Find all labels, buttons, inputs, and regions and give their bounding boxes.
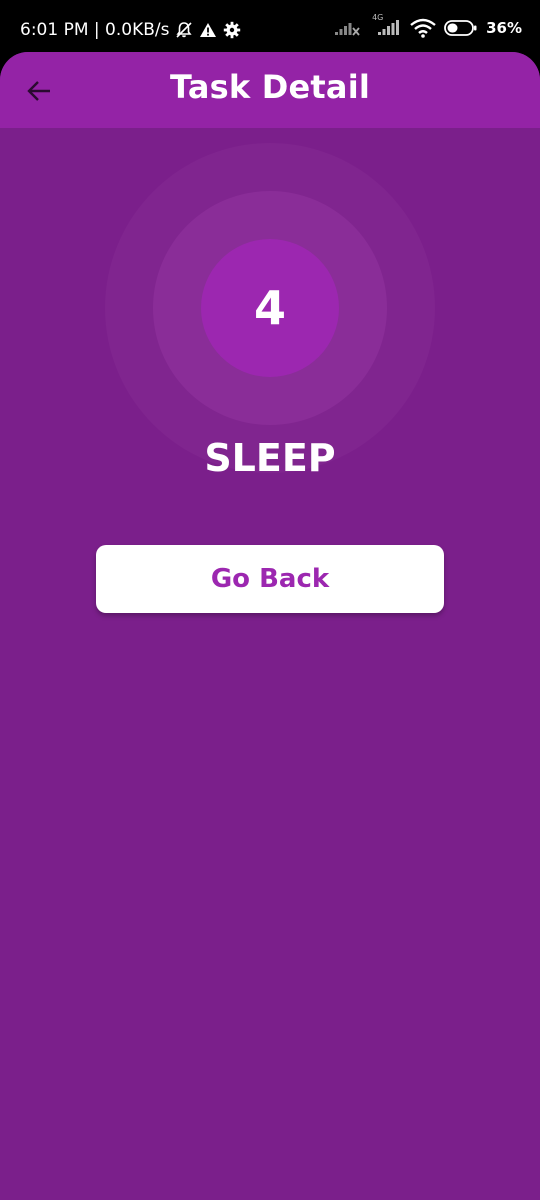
signal-icon [334, 19, 360, 37]
app-bar: Task Detail [0, 52, 540, 128]
wifi-icon [410, 18, 436, 38]
task-detail-screen: Task Detail 4 SLEEP Go Back [0, 52, 540, 1200]
go-back-button[interactable]: Go Back [96, 545, 444, 613]
task-name: SLEEP [204, 436, 336, 480]
go-back-label: Go Back [210, 564, 330, 594]
gear-icon [223, 21, 241, 39]
phone-screen: 6:01 PM | 0.0KB/s 4G 36% Task Detail 4 S… [0, 0, 540, 1200]
task-number-circle: 4 [201, 239, 339, 377]
page-title: Task Detail [169, 68, 371, 106]
status-left: 6:01 PM | 0.0KB/s [20, 20, 241, 40]
warning-icon [199, 22, 217, 38]
status-time-speed: 6:01 PM | 0.0KB/s [20, 20, 170, 40]
signal-4g-icon: 4G [368, 13, 402, 37]
task-number: 4 [253, 281, 286, 335]
battery-icon [444, 19, 478, 37]
bell-off-icon [175, 21, 193, 39]
status-right: 4G 36% [334, 13, 522, 38]
battery-percent: 36% [486, 19, 522, 37]
status-bar: 6:01 PM | 0.0KB/s 4G 36% [0, 0, 540, 52]
network-label: 4G [372, 13, 384, 22]
